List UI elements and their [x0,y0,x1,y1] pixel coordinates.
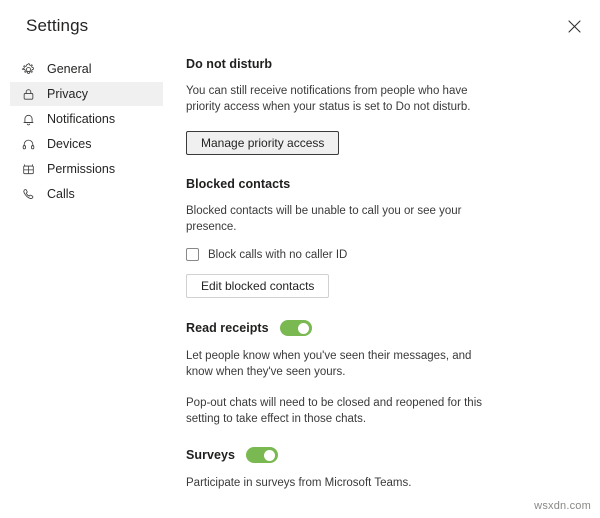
surveys-description: Participate in surveys from Microsoft Te… [186,477,412,489]
sidebar-item-label: Privacy [47,86,88,101]
surveys-toggle[interactable] [246,447,278,463]
apps-grid-icon [20,161,37,178]
lock-icon [20,86,37,103]
manage-priority-access-button[interactable]: Manage priority access [186,131,340,155]
sidebar-item-label: Notifications [47,111,116,126]
block-calls-checkbox-label: Block calls with no caller ID [208,248,348,261]
read-receipts-description-2: Pop-out chats will need to be closed and… [186,397,482,425]
sidebar-item-general[interactable]: General [10,57,163,81]
surveys-row: Surveys [186,447,516,463]
phone-icon [20,186,37,203]
read-receipts-row: Read receipts [186,320,516,336]
page-title: Settings [26,16,89,35]
sidebar-item-privacy[interactable]: Privacy [10,82,163,106]
sidebar-item-notifications[interactable]: Notifications [10,107,163,131]
sidebar-item-devices[interactable]: Devices [10,132,163,156]
do-not-disturb-description: You can still receive notifications from… [186,85,471,113]
bell-icon [20,111,37,128]
read-receipts-heading: Read receipts [186,321,269,335]
read-receipts-description-1: Let people know when you've seen their m… [186,350,472,378]
close-glyph [567,19,581,33]
sidebar-item-label: Calls [47,186,75,201]
blocked-contacts-heading: Blocked contacts [186,177,291,191]
sidebar-item-permissions[interactable]: Permissions [10,157,163,181]
sidebar-item-label: Permissions [47,161,116,176]
toggle-knob [297,322,309,334]
headset-icon [20,136,37,153]
do-not-disturb-heading: Do not disturb [186,57,273,71]
settings-window: Settings General Privacy Notifications D… [0,0,600,518]
privacy-settings-panel: Do not disturb You can still receive not… [186,57,516,492]
sidebar-item-calls[interactable]: Calls [10,182,163,206]
block-calls-no-caller-id-row[interactable]: Block calls with no caller ID [186,248,516,261]
blocked-contacts-description: Blocked contacts will be unable to call … [186,205,462,233]
gear-icon [20,61,37,78]
sidebar-item-label: General [47,61,92,76]
edit-blocked-contacts-button[interactable]: Edit blocked contacts [186,274,330,298]
read-receipts-toggle[interactable] [279,320,312,336]
toggle-knob [264,449,275,461]
block-calls-checkbox[interactable] [186,248,199,261]
watermark: wsxdn.com [534,500,591,512]
settings-sidebar: General Privacy Notifications Devices Pe… [10,57,163,207]
surveys-heading: Surveys [186,448,235,462]
close-icon[interactable] [560,12,588,40]
sidebar-item-label: Devices [47,136,92,151]
